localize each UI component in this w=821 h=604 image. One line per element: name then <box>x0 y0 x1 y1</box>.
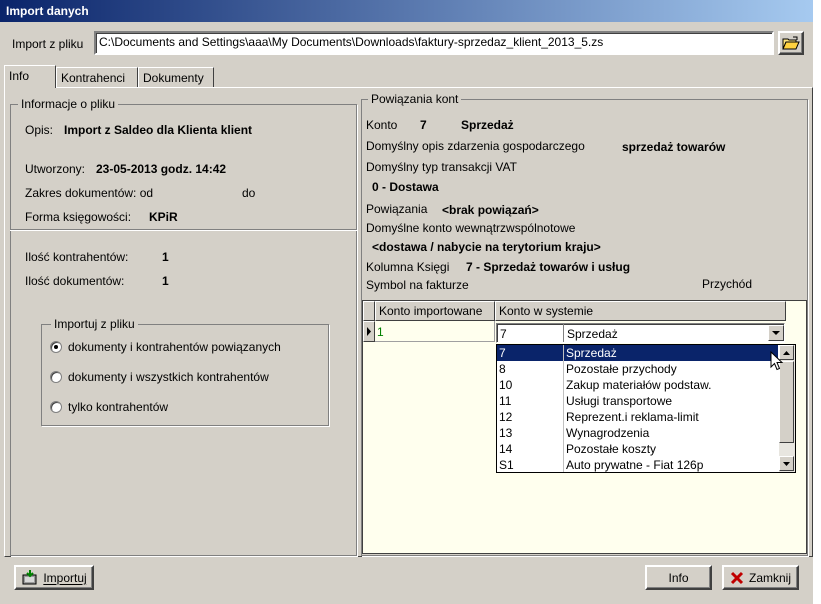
documents-count-label: Ilość dokumentów: <box>25 274 125 288</box>
account-dropdown-list[interactable]: 7 Sprzedaż 8 Pozostałe przychody 10 Zakup m… <box>496 344 796 473</box>
system-account-combobox[interactable]: 7 Sprzedaż <box>496 323 785 343</box>
import-path-field[interactable]: C:\Documents and Settings\aaa\My Documen… <box>94 31 774 55</box>
vat-type-label: Domyślny typ transakcji VAT <box>366 160 517 174</box>
import-button[interactable]: Importuj <box>14 565 94 590</box>
close-button[interactable]: Zamknij <box>722 565 799 590</box>
window-title: Import danych <box>6 4 89 18</box>
mouse-cursor-icon <box>770 351 784 371</box>
dropdown-item[interactable]: 10 Zakup materiałów podstaw. <box>497 377 778 393</box>
invoice-symbol-label: Symbol na fakturze <box>366 278 469 292</box>
links-label: Powiązania <box>366 202 428 216</box>
default-description-label: Domyślny opis zdarzenia gospodarczego <box>366 139 585 153</box>
browse-folder-button[interactable] <box>778 31 804 55</box>
dropdown-item[interactable]: 11 Usługi transportowe <box>497 393 778 409</box>
info-button-label: Info <box>668 570 689 585</box>
dropdown-column-separator <box>563 345 564 472</box>
open-folder-icon <box>782 36 800 49</box>
combobox-dropdown-button[interactable] <box>768 325 784 341</box>
scroll-thumb[interactable] <box>779 361 794 443</box>
dropdown-item[interactable]: 8 Pozostałe przychody <box>497 361 778 377</box>
info-button[interactable]: Info <box>645 565 712 590</box>
info-divider <box>10 229 357 230</box>
arrow-up-icon <box>783 350 790 355</box>
grid-header-imported[interactable]: Konto importowane <box>375 301 495 321</box>
dropdown-item[interactable]: S1 Auto prywatne - Fiat 126p <box>497 457 778 473</box>
current-row-arrow-icon <box>367 327 371 336</box>
default-description-value: sprzedaż towarów <box>622 140 726 154</box>
documents-count-value: 1 <box>162 274 169 288</box>
combobox-name: Sprzedaż <box>567 327 618 341</box>
window-titlebar[interactable]: Import danych <box>0 0 813 22</box>
import-options-group-label: Importuj z pliku <box>51 317 138 331</box>
contractors-count-value: 1 <box>162 250 169 264</box>
window-edge <box>813 0 821 604</box>
radio-option-contractors-only[interactable]: tylko kontrahentów <box>50 400 310 414</box>
grid-corner <box>363 301 375 321</box>
account-label: Konto <box>366 118 398 132</box>
import-file-label: Import z pliku <box>12 37 84 51</box>
account-number: 7 <box>420 118 427 132</box>
file-info-group-label: Informacje o pliku <box>18 97 119 111</box>
close-x-icon <box>730 571 744 584</box>
tab-dokumenty[interactable]: Dokumenty <box>138 67 214 87</box>
document-range-to-label: do <box>242 186 256 200</box>
dropdown-item[interactable]: 13 Wynagrodzenia <box>497 425 778 441</box>
description-label: Opis: <box>25 123 54 137</box>
internal-account-label: Domyślne konto wewnątrzwspólnotowe <box>366 221 576 235</box>
radio-option-linked[interactable]: dokumenty i kontrahentów powiązanych <box>50 340 310 354</box>
tab-kontrahenci[interactable]: Kontrahenci <box>56 67 138 87</box>
radio-option-all[interactable]: dokumenty i wszystkich kontrahentów <box>50 370 310 384</box>
tab-info[interactable]: Info <box>4 65 56 88</box>
internal-account-value: <dostawa / nabycie na terytorium kraju> <box>372 240 601 254</box>
ledger-column-label: Kolumna Księgi <box>366 260 450 274</box>
radio-button[interactable] <box>50 341 62 353</box>
grid-row[interactable]: 1 <box>375 321 495 342</box>
scroll-down-button[interactable] <box>779 456 794 471</box>
created-value: 23-05-2013 godz. 14:42 <box>96 162 227 176</box>
grid-cell-imported: 1 <box>377 325 384 339</box>
combobox-number: 7 <box>500 327 507 341</box>
grid-row-indicator[interactable] <box>363 321 375 342</box>
grid-header-system[interactable]: Konto w systemie <box>495 301 786 321</box>
account-name: Sprzedaż <box>461 118 514 132</box>
accounting-form-value: KPiR <box>149 210 178 224</box>
import-icon <box>22 569 37 584</box>
created-label: Utworzony: <box>25 162 86 176</box>
dropdown-item[interactable]: 14 Pozostałe koszty <box>497 441 778 457</box>
contractors-count-label: Ilość kontrahentów: <box>25 250 129 264</box>
dropdown-items: 7 Sprzedaż 8 Pozostałe przychody 10 Zakup m… <box>497 345 778 473</box>
radio-button[interactable] <box>50 371 62 383</box>
ledger-column-value: 7 - Sprzedaż towarów i usług <box>466 260 631 274</box>
invoice-symbol-value: Przychód <box>702 277 753 291</box>
close-button-label: Zamknij <box>748 570 791 585</box>
combobox-separator <box>563 324 564 342</box>
dropdown-item[interactable]: 7 Sprzedaż <box>497 345 778 361</box>
description-value: Import z Saldeo dla Klienta klient <box>64 123 253 137</box>
vat-type-value: 0 - Dostawa <box>372 180 439 194</box>
radio-button[interactable] <box>50 401 62 413</box>
document-range-label: Zakres dokumentów: od <box>25 186 154 200</box>
accounting-form-label: Forma księgowości: <box>25 210 132 224</box>
chevron-down-icon <box>772 330 780 335</box>
accounts-group-label: Powiązania kont <box>368 92 462 106</box>
links-value: <brak powiązań> <box>442 203 539 217</box>
import-button-label: Importuj <box>43 570 87 585</box>
dropdown-item[interactable]: 12 Reprezent.i reklama-limit <box>497 409 778 425</box>
arrow-down-icon <box>783 461 790 466</box>
